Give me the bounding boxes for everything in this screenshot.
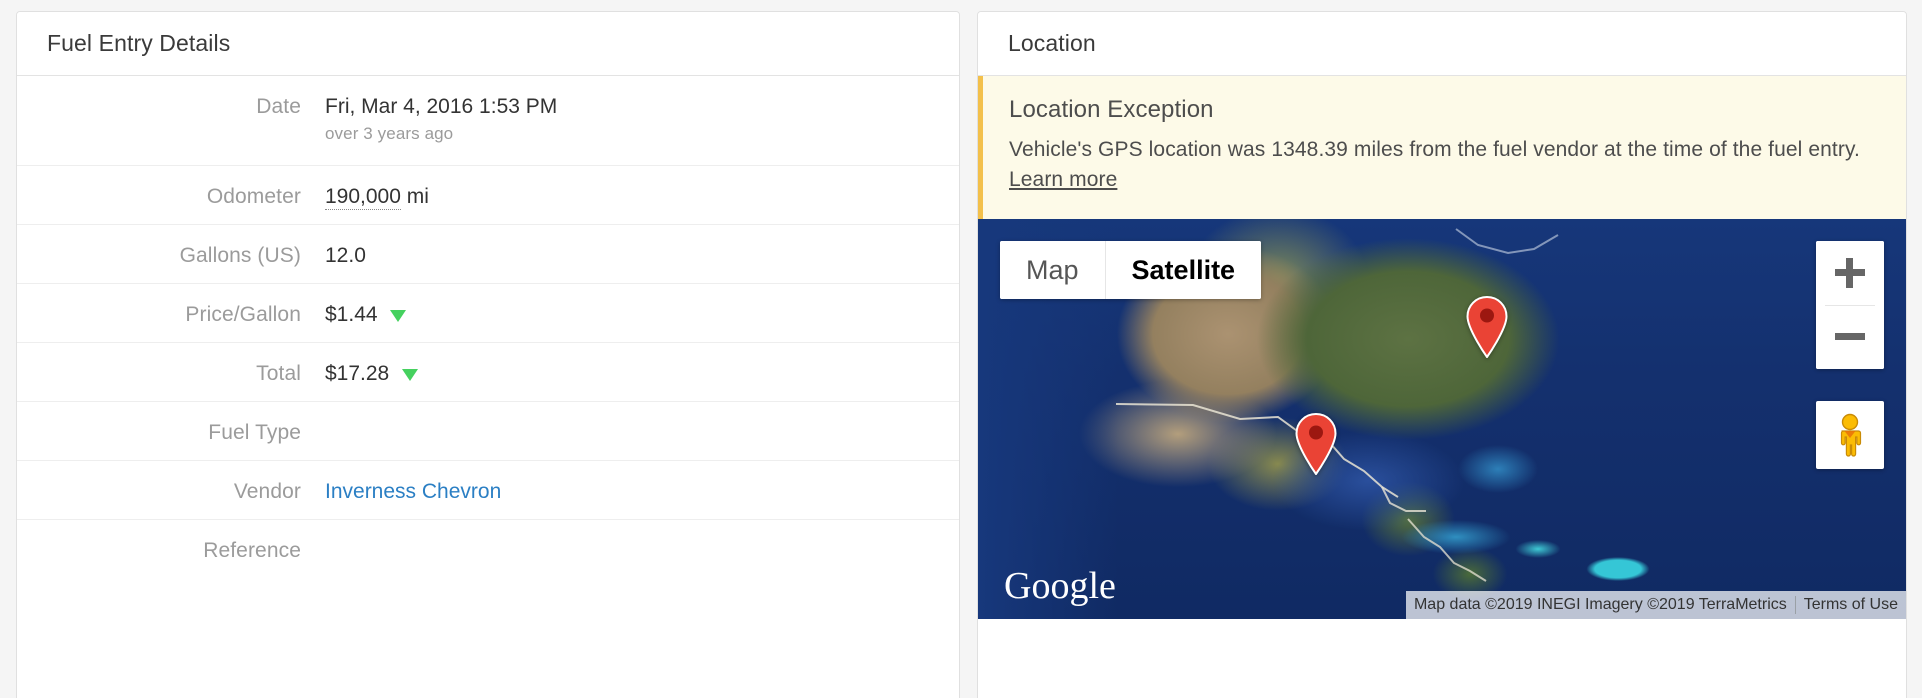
svg-text:Google: Google — [1004, 565, 1116, 607]
location-panel: Location Location Exception Vehicle's GP… — [977, 11, 1907, 698]
page-title: Fuel Entry Details — [47, 30, 231, 56]
learn-more-link[interactable]: Learn more — [1009, 168, 1117, 191]
fuel-entry-detail-list: Date Fri, Mar 4, 2016 1:53 PM over 3 yea… — [17, 76, 959, 579]
detail-label-vendor: Vendor — [233, 480, 301, 503]
zoom-in-button[interactable] — [1816, 241, 1884, 305]
fuel-entry-details-header: Fuel Entry Details — [17, 12, 959, 76]
location-exception-notice: Location Exception Vehicle's GPS locatio… — [978, 76, 1906, 219]
detail-value-date: Fri, Mar 4, 2016 1:53 PM over 3 years ag… — [301, 76, 959, 145]
map-zoom-control[interactable] — [1816, 241, 1884, 369]
detail-value-gallons: 12.0 — [325, 244, 366, 267]
detail-row-date: Date Fri, Mar 4, 2016 1:53 PM over 3 yea… — [17, 76, 959, 166]
detail-row-price-per-gallon: Price/Gallon $1.44 — [17, 284, 959, 343]
detail-value-reference — [301, 520, 959, 537]
detail-label-date: Date — [256, 95, 301, 118]
page-root: Fuel Entry Details Date Fri, Mar 4, 2016… — [0, 0, 1922, 698]
detail-label-gallons: Gallons (US) — [179, 244, 301, 267]
street-view-pegman-button[interactable] — [1816, 401, 1884, 469]
odometer-unit: mi — [406, 185, 429, 208]
detail-label-reference: Reference — [203, 539, 301, 562]
map-pin-icon — [1295, 412, 1337, 476]
detail-label-fuel-type: Fuel Type — [208, 421, 301, 444]
location-title: Location — [1008, 30, 1096, 56]
plus-icon — [1835, 258, 1865, 288]
zoom-out-button[interactable] — [1816, 305, 1884, 369]
triangle-down-icon — [390, 310, 407, 322]
map-type-control[interactable]: Map Satellite — [1000, 241, 1262, 299]
google-logo: Google — [1004, 565, 1134, 609]
vehicle-marker[interactable] — [1294, 412, 1338, 476]
triangle-down-icon — [402, 369, 419, 381]
location-exception-body: Vehicle's GPS location was 1348.39 miles… — [1009, 135, 1880, 195]
minus-icon — [1835, 322, 1865, 352]
location-map[interactable]: Map Satellite Google Map data ©2019 INEG… — [978, 219, 1906, 619]
detail-label-total: Total — [256, 362, 301, 385]
location-exception-title: Location Exception — [1009, 96, 1214, 123]
map-data-attribution: Map data ©2019 INEGI Imagery ©2019 Terra… — [1413, 596, 1787, 613]
detail-row-reference: Reference — [17, 520, 959, 579]
detail-value-price-per-gallon: $1.44 — [301, 284, 959, 328]
detail-value-total: $17.28 — [301, 343, 959, 387]
vendor-link[interactable]: Inverness Chevron — [325, 480, 501, 503]
detail-value-fuel-type — [301, 402, 959, 419]
pegman-icon — [1840, 413, 1862, 457]
detail-value-odometer: 190,000 mi — [301, 166, 959, 210]
map-pin-icon — [1466, 296, 1508, 359]
detail-row-odometer: Odometer 190,000 mi — [17, 166, 959, 225]
detail-row-fuel-type: Fuel Type — [17, 402, 959, 461]
price-per-gallon-value: $1.44 — [325, 303, 378, 326]
google-wordmark-icon: Google — [1004, 565, 1116, 607]
vendor-marker[interactable] — [1465, 296, 1509, 359]
date-relative: over 3 years ago — [325, 124, 454, 143]
location-exception-text: Vehicle's GPS location was 1348.39 miles… — [1009, 138, 1860, 161]
detail-value-vendor: Inverness Chevron — [301, 461, 959, 505]
detail-label-odometer: Odometer — [206, 185, 301, 208]
date-value: Fri, Mar 4, 2016 1:53 PM — [325, 95, 558, 118]
map-type-button-satellite[interactable]: Satellite — [1104, 241, 1262, 299]
detail-row-total: Total $17.28 — [17, 343, 959, 402]
odometer-value[interactable]: 190,000 — [325, 185, 401, 210]
terms-of-use-link[interactable]: Terms of Use — [1794, 596, 1906, 614]
map-type-button-map[interactable]: Map — [1000, 241, 1105, 299]
map-attribution: Map data ©2019 INEGI Imagery ©2019 Terra… — [1405, 591, 1906, 619]
location-header: Location — [978, 12, 1906, 76]
detail-row-gallons: Gallons (US) 12.0 — [17, 225, 959, 284]
detail-row-vendor: Vendor Inverness Chevron — [17, 461, 959, 520]
detail-label-price-per-gallon: Price/Gallon — [185, 303, 301, 326]
total-value: $17.28 — [325, 362, 390, 385]
fuel-entry-details-panel: Fuel Entry Details Date Fri, Mar 4, 2016… — [16, 11, 960, 698]
